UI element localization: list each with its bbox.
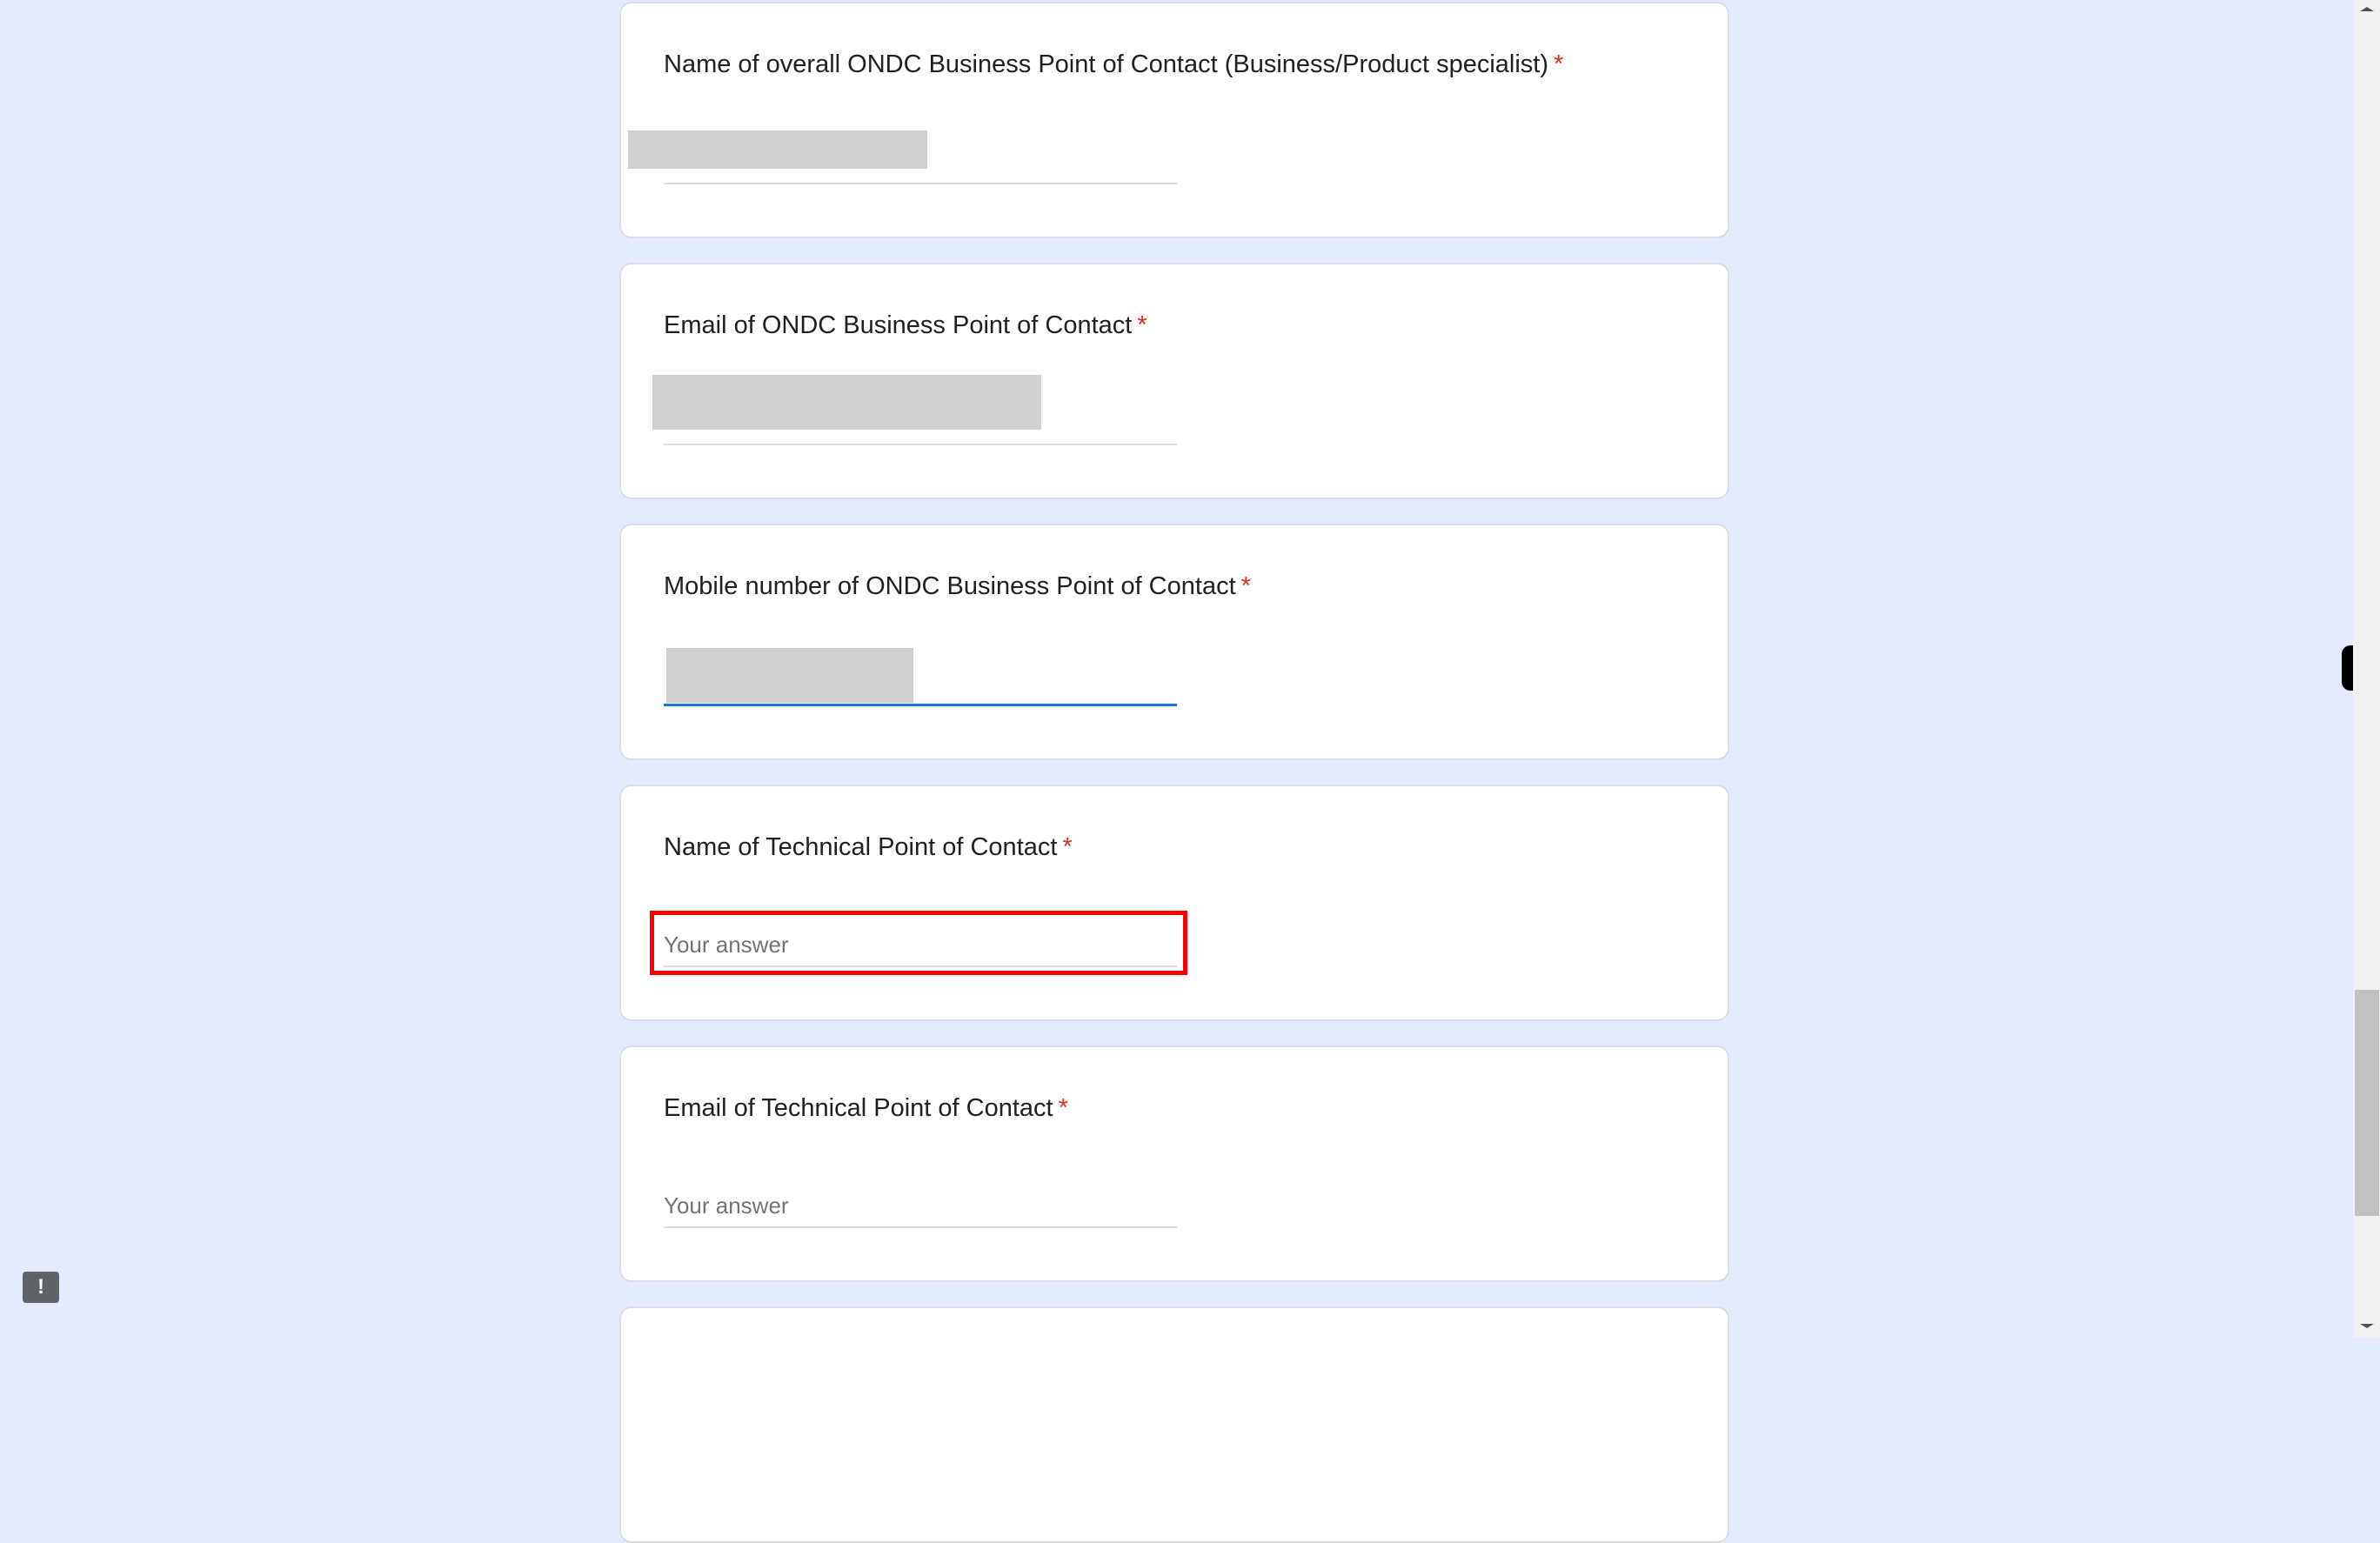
redacted-value [666,648,913,703]
question-label: Name of Technical Point of Contact [664,833,1058,861]
scroll-down-arrow-icon[interactable] [2360,1324,2374,1328]
feedback-exclamation-icon: ! [37,1275,44,1299]
required-asterisk: * [1554,50,1564,78]
question-card-technical-email: Email of Technical Point of Contact * You… [619,1045,1729,1282]
question-card-business-mobile: Mobile number of ONDC Business Point of … [619,524,1729,760]
highlight-box [650,911,1187,975]
input-placeholder: Your answer [664,1192,789,1219]
required-asterisk: * [1137,311,1147,339]
required-asterisk: * [1240,572,1251,600]
question-card-business-name: Name of overall ONDC Business Point of C… [619,2,1729,238]
feedback-button[interactable]: ! [23,1272,59,1303]
scroll-up-arrow-icon[interactable] [2360,7,2374,11]
technical-email-input[interactable]: Your answer [664,1185,1177,1228]
question-label: Name of overall ONDC Business Point of C… [664,50,1549,78]
side-panel-handle[interactable] [2342,645,2354,691]
question-card-technical-name: Name of Technical Point of Contact * Your… [619,785,1729,1021]
scrollbar[interactable] [2353,0,2380,1338]
required-asterisk: * [1058,1094,1068,1122]
question-label: Email of Technical Point of Contact [664,1094,1053,1122]
question-label: Mobile number of ONDC Business Point of … [664,572,1236,600]
redacted-value [628,130,927,169]
required-asterisk: * [1062,833,1073,861]
question-card-next [619,1306,1729,1543]
scrollbar-thumb[interactable] [2355,990,2379,1216]
question-label: Email of ONDC Business Point of Contact [664,311,1133,339]
redacted-value [652,375,1041,430]
